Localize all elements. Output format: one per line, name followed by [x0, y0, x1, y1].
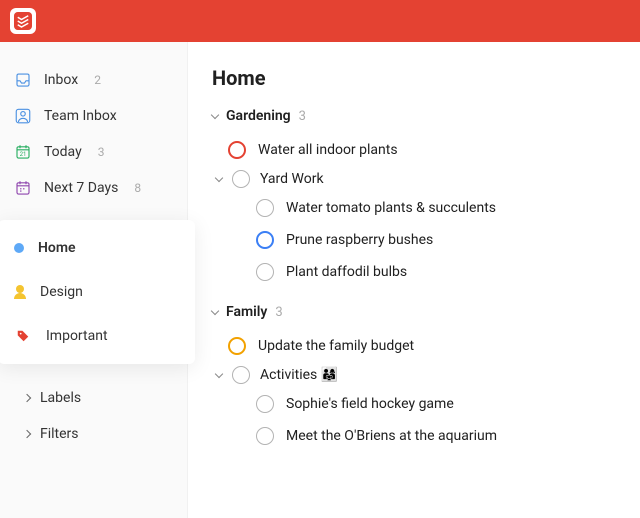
inbox-icon — [14, 71, 32, 89]
task-checkbox[interactable] — [232, 170, 250, 188]
section-header[interactable]: Family 3 — [212, 304, 620, 320]
task-title: Sophie's field hockey game — [286, 396, 454, 412]
chevron-down-icon — [211, 307, 219, 315]
sidebar-item-count: 8 — [134, 181, 141, 195]
section-name: Gardening — [226, 108, 291, 124]
task-title: Water tomato plants & succulents — [286, 200, 496, 216]
section-gardening: Gardening 3 Water all indoor plants Yard… — [212, 108, 620, 288]
project-dot-icon — [14, 243, 24, 253]
sidebar-favorite-home[interactable]: Home — [0, 226, 195, 270]
task-checkbox[interactable] — [256, 263, 274, 281]
task-checkbox[interactable] — [232, 366, 250, 384]
section-header[interactable]: Gardening 3 — [212, 108, 620, 124]
sidebar-item-next7days[interactable]: Next 7 Days 8 — [0, 170, 187, 206]
task-checkbox[interactable] — [228, 141, 246, 159]
section-name: Family — [226, 304, 267, 320]
subsection-header[interactable]: Activities 👨‍👩‍👧 — [212, 366, 620, 384]
person-icon — [14, 285, 26, 299]
task-row[interactable]: Meet the O'Briens at the aquarium — [212, 420, 620, 452]
favorite-label: Home — [38, 240, 76, 256]
task-row[interactable]: Prune raspberry bushes — [212, 224, 620, 256]
task-checkbox[interactable] — [256, 427, 274, 445]
task-title: Prune raspberry bushes — [286, 232, 433, 248]
topbar — [0, 0, 640, 42]
app-logo[interactable] — [10, 8, 36, 34]
favorite-label: Important — [46, 328, 108, 344]
task-checkbox[interactable] — [256, 231, 274, 249]
calendar-today-icon: 21 — [14, 143, 32, 161]
task-checkbox[interactable] — [228, 337, 246, 355]
task-row[interactable]: Sophie's field hockey game — [212, 388, 620, 420]
expand-label: Filters — [40, 426, 79, 442]
subsection-header[interactable]: Yard Work — [212, 170, 620, 188]
sidebar-item-count: 3 — [98, 145, 105, 159]
calendar-week-icon — [14, 179, 32, 197]
task-title: Update the family budget — [258, 338, 414, 354]
todoist-logo-icon — [14, 12, 32, 30]
task-checkbox[interactable] — [256, 199, 274, 217]
sidebar-favorite-design[interactable]: Design — [0, 270, 195, 314]
sidebar-expand-filters[interactable]: Filters — [0, 416, 187, 452]
task-title: Water all indoor plants — [258, 142, 398, 158]
sidebar: Inbox 2 Team Inbox 21 Today 3 Next 7 Day… — [0, 42, 188, 518]
sidebar-item-team-inbox[interactable]: Team Inbox — [0, 98, 187, 134]
task-row[interactable]: Update the family budget — [212, 330, 620, 362]
expand-label: Labels — [40, 390, 81, 406]
sidebar-item-inbox[interactable]: Inbox 2 — [0, 62, 187, 98]
sidebar-item-today[interactable]: 21 Today 3 — [0, 134, 187, 170]
task-row[interactable]: Plant daffodil bulbs — [212, 256, 620, 288]
chevron-down-icon — [211, 111, 219, 119]
sidebar-item-count: 2 — [94, 73, 101, 87]
team-inbox-icon — [14, 107, 32, 125]
tag-icon — [14, 327, 32, 345]
sidebar-item-label: Team Inbox — [44, 108, 117, 124]
chevron-right-icon — [23, 430, 31, 438]
sidebar-item-label: Inbox — [44, 72, 78, 88]
subsection-name: Yard Work — [260, 171, 324, 187]
chevron-down-icon — [215, 174, 223, 182]
sidebar-item-label: Next 7 Days — [44, 180, 118, 196]
sidebar-favorite-important[interactable]: Important — [0, 314, 195, 358]
sidebar-favorites-card: Home Design Important — [0, 220, 195, 364]
svg-text:21: 21 — [20, 151, 27, 158]
chevron-down-icon — [215, 370, 223, 378]
subsection-name: Activities 👨‍👩‍👧 — [260, 367, 338, 383]
chevron-right-icon — [23, 394, 31, 402]
task-row[interactable]: Water all indoor plants — [212, 134, 620, 166]
section-count: 3 — [299, 109, 306, 124]
sidebar-item-label: Today — [44, 144, 82, 160]
page-title: Home — [212, 66, 620, 90]
task-title: Plant daffodil bulbs — [286, 264, 407, 280]
task-title: Meet the O'Briens at the aquarium — [286, 428, 497, 444]
task-row[interactable]: Water tomato plants & succulents — [212, 192, 620, 224]
main-content: Home Gardening 3 Water all indoor plants… — [188, 42, 640, 518]
favorite-label: Design — [40, 284, 83, 300]
sidebar-expand-labels[interactable]: Labels — [0, 380, 187, 416]
task-checkbox[interactable] — [256, 395, 274, 413]
section-family: Family 3 Update the family budget Activi… — [212, 304, 620, 452]
section-count: 3 — [275, 305, 282, 320]
